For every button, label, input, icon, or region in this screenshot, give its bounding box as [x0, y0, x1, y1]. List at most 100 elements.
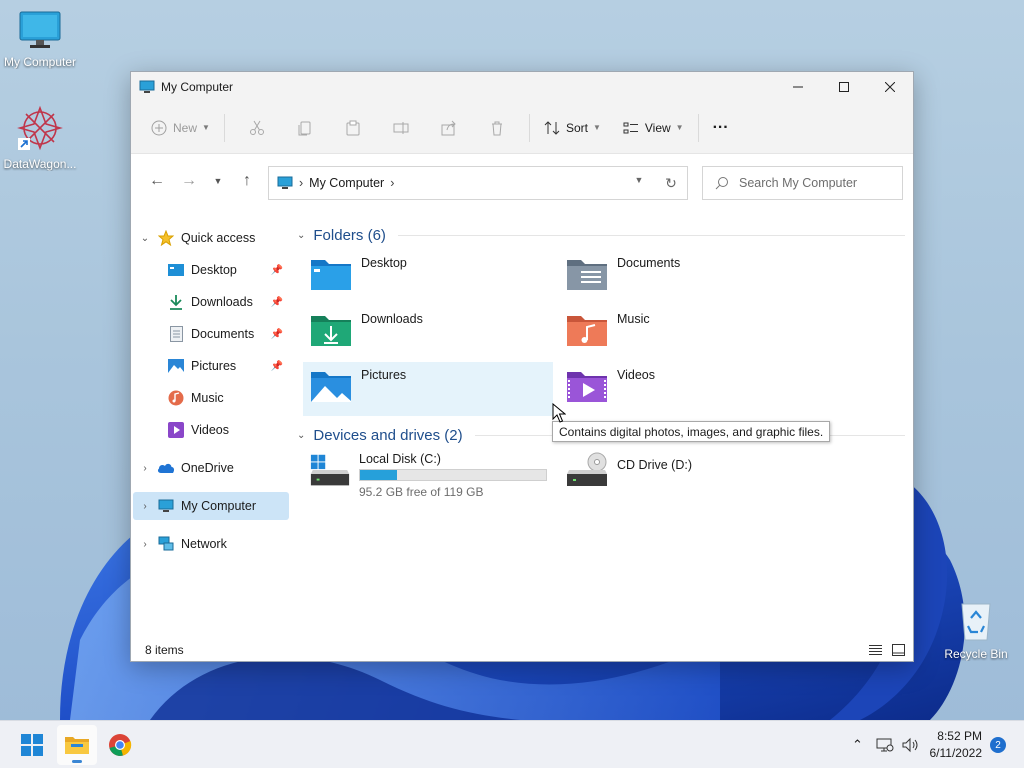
- chrome-icon: [109, 734, 132, 756]
- pictures-icon: [167, 358, 185, 374]
- search-placeholder: Search My Computer: [739, 176, 858, 190]
- drives-group-title: Devices and drives (2): [313, 426, 463, 444]
- cut-button[interactable]: [233, 120, 281, 136]
- breadcrumb-my-computer[interactable]: My Computer: [309, 176, 384, 190]
- folder-tile-videos[interactable]: Videos: [559, 362, 809, 416]
- recent-locations-button[interactable]: ▼: [205, 165, 231, 197]
- drive-free-space: 95.2 GB free of 119 GB: [359, 485, 484, 499]
- folder-name: Documents: [617, 256, 681, 270]
- folder-tile-documents[interactable]: Documents: [559, 250, 809, 304]
- drive-tile-local-disk[interactable]: Local Disk (C:) 95.2 GB free of 119 GB: [303, 448, 553, 500]
- pin-icon[interactable]: 📌: [271, 297, 283, 308]
- chevron-down-icon[interactable]: ⌄: [133, 233, 157, 244]
- title-bar[interactable]: My Computer: [131, 72, 913, 102]
- folder-tile-downloads[interactable]: Downloads: [303, 306, 553, 360]
- sidebar-item-videos[interactable]: Videos: [133, 416, 289, 444]
- chevron-down-icon[interactable]: ⌄: [297, 430, 305, 441]
- desktop-icon-recycle-bin[interactable]: Recycle Bin: [936, 598, 1016, 661]
- documents-icon: [167, 326, 185, 342]
- view-icon: [623, 122, 638, 133]
- folder-name: Desktop: [361, 256, 407, 270]
- taskbar: ⌃ 8:52 PM 6/11/2022 2: [0, 720, 1024, 768]
- sidebar-item-quick-access[interactable]: ⌄ Quick access: [133, 224, 289, 252]
- clock[interactable]: 8:52 PM 6/11/2022: [930, 728, 983, 762]
- refresh-icon[interactable]: ↻: [655, 175, 687, 192]
- downloads-folder-icon: [311, 316, 351, 346]
- chevron-right-icon[interactable]: ›: [133, 463, 157, 474]
- recycle-bin-icon: [961, 603, 991, 641]
- sidebar-item-music[interactable]: Music: [133, 384, 289, 412]
- music-folder-icon: [567, 316, 607, 346]
- network-icon: [157, 536, 175, 552]
- view-button[interactable]: View ▼: [617, 112, 690, 144]
- large-icons-view-icon[interactable]: [892, 644, 905, 656]
- details-view-icon[interactable]: [869, 644, 882, 656]
- sidebar-item-pictures[interactable]: Pictures 📌: [133, 352, 289, 380]
- pin-icon[interactable]: 📌: [271, 329, 283, 340]
- chevron-up-icon[interactable]: ⌃: [844, 737, 872, 753]
- copy-button[interactable]: [281, 120, 329, 136]
- minimize-button[interactable]: [775, 72, 821, 102]
- back-button[interactable]: ←: [141, 165, 173, 197]
- start-button[interactable]: [12, 725, 52, 765]
- folder-name: Videos: [617, 368, 655, 382]
- sidebar-item-downloads[interactable]: Downloads 📌: [133, 288, 289, 316]
- toolbar-divider: [697, 113, 699, 142]
- sidebar-item-my-computer[interactable]: › My Computer: [133, 492, 289, 520]
- arrow-right-icon: →: [181, 172, 197, 189]
- share-button[interactable]: [425, 120, 473, 136]
- chevron-right-icon[interactable]: ›: [133, 539, 157, 550]
- network-status-icon[interactable]: [876, 737, 894, 753]
- cd-drive-icon: [567, 452, 607, 486]
- paste-icon: [346, 120, 360, 135]
- pin-icon[interactable]: 📌: [271, 265, 283, 276]
- volume-icon[interactable]: [902, 737, 920, 753]
- arrow-left-icon: ←: [149, 172, 165, 189]
- close-icon: [885, 82, 895, 92]
- breadcrumb-separator-icon[interactable]: ›: [390, 176, 394, 190]
- taskbar-file-explorer[interactable]: [57, 725, 97, 765]
- star-icon: [157, 230, 175, 246]
- share-icon: [441, 120, 456, 135]
- sidebar-item-onedrive[interactable]: › OneDrive: [133, 454, 289, 482]
- new-button[interactable]: New ▼: [145, 112, 216, 144]
- drive-name: Local Disk (C:): [359, 452, 441, 466]
- sidebar-item-label: Documents: [191, 327, 255, 341]
- sidebar-item-network[interactable]: › Network: [133, 530, 289, 558]
- folder-tile-music[interactable]: Music: [559, 306, 809, 360]
- download-icon: [167, 294, 185, 310]
- delete-button[interactable]: [473, 120, 521, 136]
- sort-button[interactable]: Sort ▼: [538, 112, 607, 144]
- search-box[interactable]: Search My Computer: [702, 166, 903, 200]
- desktop-icon-datawagon[interactable]: DataWagon...: [0, 104, 80, 171]
- drive-tile-cd-drive[interactable]: CD Drive (D:): [559, 448, 809, 500]
- chevron-down-icon: ▼: [202, 123, 210, 132]
- new-label: New: [173, 120, 198, 135]
- folder-tile-pictures[interactable]: Pictures: [303, 362, 553, 416]
- folder-tile-desktop[interactable]: Desktop: [303, 250, 553, 304]
- address-dropdown-icon[interactable]: ▼: [623, 175, 655, 192]
- notification-badge[interactable]: 2: [990, 737, 1006, 753]
- rename-button[interactable]: [377, 120, 425, 136]
- sidebar-item-desktop[interactable]: Desktop 📌: [133, 256, 289, 284]
- close-button[interactable]: [867, 72, 913, 102]
- explorer-window: My Computer New ▼ Sort ▼ View ▼ ··· ← → …: [130, 71, 914, 662]
- taskbar-chrome[interactable]: [100, 725, 140, 765]
- datawagon-icon: [17, 105, 63, 151]
- content-pane: ⌄ Folders (6) Desktop Documents Download…: [293, 222, 913, 500]
- paste-button[interactable]: [329, 120, 377, 136]
- address-bar[interactable]: › My Computer › ▼ ↻: [268, 166, 688, 200]
- sidebar-item-label: Desktop: [191, 263, 237, 277]
- forward-button[interactable]: →: [173, 165, 205, 197]
- up-button[interactable]: ↑: [231, 165, 263, 197]
- desktop-icon-my-computer[interactable]: My Computer: [0, 10, 80, 69]
- view-label: View: [644, 120, 671, 135]
- sidebar-item-documents[interactable]: Documents 📌: [133, 320, 289, 348]
- folders-group-header[interactable]: ⌄ Folders (6): [293, 222, 913, 248]
- music-icon: [167, 390, 185, 406]
- more-options-button[interactable]: ···: [707, 112, 735, 144]
- maximize-button[interactable]: [821, 72, 867, 102]
- pin-icon[interactable]: 📌: [271, 361, 283, 372]
- chevron-right-icon[interactable]: ›: [133, 501, 157, 512]
- chevron-down-icon[interactable]: ⌄: [297, 230, 305, 241]
